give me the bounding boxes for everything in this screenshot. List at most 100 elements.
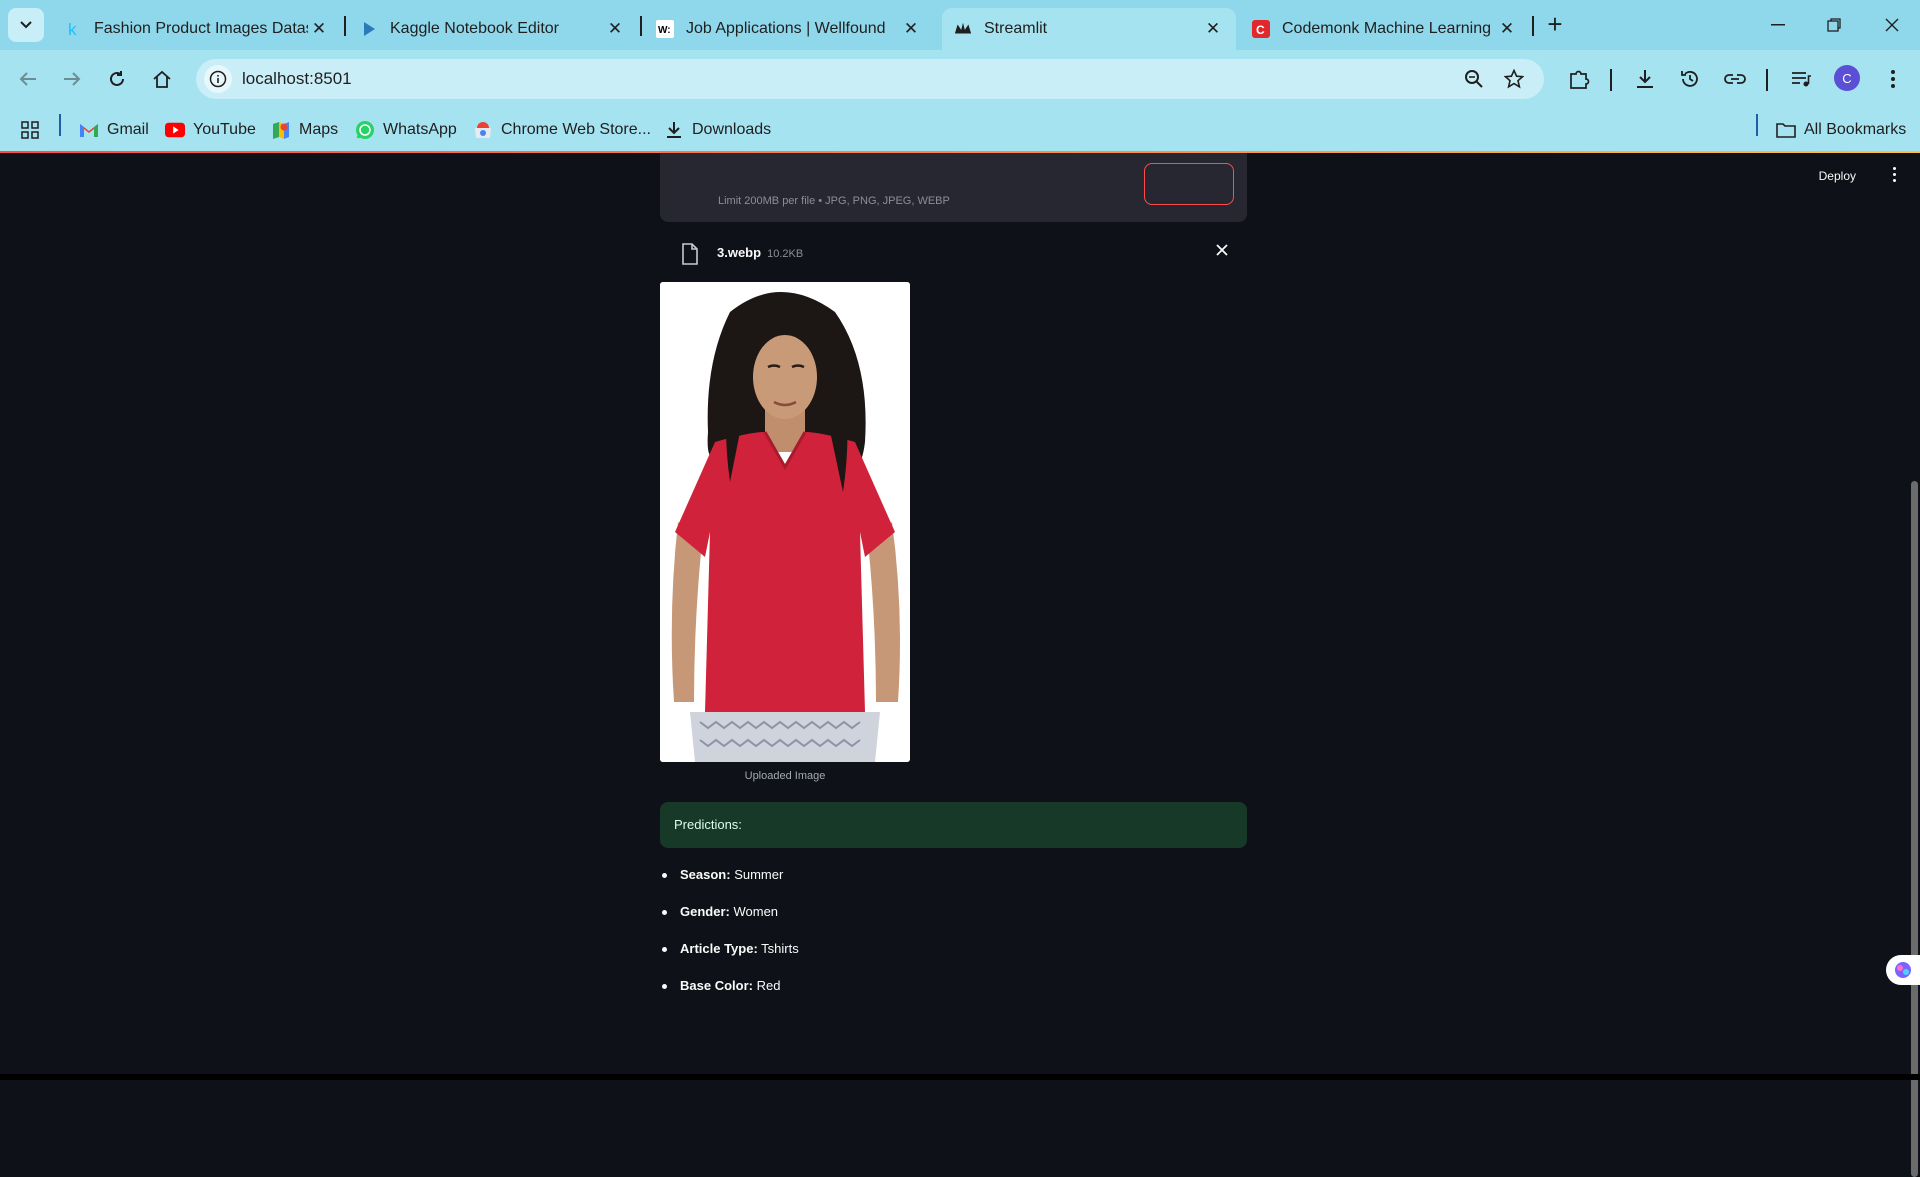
all-bookmarks-button[interactable]: All Bookmarks	[1776, 118, 1906, 142]
prediction-label: Gender:	[680, 904, 730, 919]
new-tab-button[interactable]: +	[1538, 11, 1572, 38]
kaggle-icon: k	[64, 20, 82, 38]
history-icon	[1681, 71, 1698, 87]
file-uploader-dropzone[interactable]: Limit 200MB per file • JPG, PNG, JPEG, W…	[660, 153, 1247, 222]
close-icon	[1885, 18, 1899, 32]
predictions-title: Predictions:	[674, 817, 742, 832]
bookmark-label: Gmail	[107, 121, 149, 138]
uploaded-file-row: 3.webp 10.2KB	[660, 229, 1247, 277]
uploader-limit-text: Limit 200MB per file • JPG, PNG, JPEG, W…	[718, 195, 950, 207]
folder-icon	[1776, 120, 1796, 140]
tab-close-icon[interactable]: ✕	[308, 18, 330, 40]
prediction-label: Season:	[680, 867, 731, 882]
minimize-button[interactable]	[1750, 0, 1806, 50]
bookmark-label: WhatsApp	[383, 121, 457, 138]
tab-search-button[interactable]	[8, 8, 44, 42]
image-caption: Uploaded Image	[744, 770, 826, 782]
apps-button[interactable]	[20, 118, 40, 142]
bookmark-whatsapp[interactable]: WhatsApp	[355, 118, 457, 142]
prediction-item-article-type: Article Type: Tshirts	[662, 941, 799, 978]
tab-kaggle-notebook[interactable]: Kaggle Notebook Editor ✕	[348, 8, 638, 50]
minimize-icon	[1771, 24, 1785, 26]
svg-text:W:: W:	[658, 25, 671, 36]
tab-title: Fashion Product Images Datase	[94, 20, 308, 37]
more-vertical-icon	[1891, 70, 1895, 88]
tab-close-icon[interactable]: ✕	[1496, 18, 1518, 40]
whatsapp-icon	[355, 120, 375, 140]
uploaded-image	[660, 282, 910, 762]
tab-fashion-dataset[interactable]: k Fashion Product Images Datase ✕	[52, 8, 342, 50]
bookmark-youtube[interactable]: YouTube	[165, 118, 256, 142]
bookmarks-divider	[1756, 114, 1758, 136]
profile-avatar[interactable]: C	[1834, 65, 1860, 91]
prediction-label: Article Type:	[680, 941, 758, 956]
tab-title: Streamlit	[984, 20, 1048, 37]
maps-icon	[271, 120, 291, 140]
youtube-icon	[165, 120, 185, 140]
reload-icon	[110, 71, 124, 86]
tab-streamlit[interactable]: Streamlit ✕	[942, 8, 1236, 50]
tab-close-icon[interactable]: ✕	[604, 18, 626, 40]
prediction-label: Base Color:	[680, 978, 753, 993]
downloads-button[interactable]	[1630, 64, 1660, 94]
prediction-item-base-color: Base Color: Red	[662, 978, 799, 1015]
address-bar[interactable]: localhost:8501	[196, 59, 1544, 99]
deploy-button[interactable]: Deploy	[1819, 169, 1856, 183]
bookmark-downloads[interactable]: Downloads	[664, 118, 771, 142]
bookmark-chrome-web-store[interactable]: Chrome Web Store...	[473, 118, 651, 142]
tab-title: Codemonk Machine Learning Ir	[1282, 20, 1496, 37]
download-icon	[664, 120, 684, 140]
browse-files-button[interactable]	[1144, 163, 1234, 205]
bookmark-maps[interactable]: Maps	[271, 118, 338, 142]
zoom-button[interactable]	[1462, 67, 1486, 91]
product-photo-woman-red-tshirt	[660, 282, 910, 762]
floating-assistant-button[interactable]	[1886, 955, 1920, 985]
home-button[interactable]	[144, 62, 180, 96]
page-scrollbar[interactable]	[1908, 153, 1920, 1177]
svg-text:k: k	[68, 20, 77, 38]
tab-wellfound[interactable]: W: Job Applications | Wellfound ✕	[644, 8, 934, 50]
tab-separator	[640, 16, 642, 36]
restore-button[interactable]	[1806, 0, 1862, 50]
tab-close-icon[interactable]: ✕	[1202, 18, 1224, 40]
extensions-button[interactable]	[1564, 64, 1594, 94]
bookmark-star-button[interactable]	[1502, 67, 1526, 91]
browser-menu-button[interactable]	[1878, 64, 1908, 94]
reload-button[interactable]	[99, 62, 135, 96]
predictions-list: Season: Summer Gender: Women Article Typ…	[662, 867, 799, 1015]
bookmark-label: Chrome Web Store...	[501, 121, 651, 138]
link-icon	[1724, 74, 1746, 84]
tab-codemonk[interactable]: C Codemonk Machine Learning Ir ✕	[1240, 8, 1530, 50]
star-icon	[1504, 69, 1524, 89]
bookmark-label: Downloads	[692, 121, 772, 138]
streamlit-icon	[954, 20, 972, 38]
history-button[interactable]	[1675, 64, 1705, 94]
main-menu-button[interactable]	[1888, 167, 1900, 185]
zoom-icon	[1465, 70, 1483, 88]
window-bottom-edge	[0, 1074, 1920, 1080]
arrow-right-icon	[64, 72, 81, 86]
browser-toolbar: localhost:8501 C	[0, 50, 1920, 108]
all-bookmarks-label: All Bookmarks	[1804, 121, 1907, 138]
copy-link-button[interactable]	[1720, 64, 1750, 94]
svg-text:C: C	[1256, 23, 1265, 37]
site-info-button[interactable]	[204, 65, 232, 93]
apps-grid-icon	[21, 121, 39, 139]
bookmark-label: YouTube	[193, 121, 256, 138]
browser-chrome: k Fashion Product Images Datase ✕ Kaggle…	[0, 0, 1920, 153]
assistant-icon	[1895, 962, 1911, 978]
file-name-text: 3.webp	[717, 245, 762, 260]
remove-file-button[interactable]	[1212, 243, 1232, 263]
prediction-value: Summer	[734, 867, 784, 882]
forward-button[interactable]	[54, 62, 90, 96]
tab-strip: k Fashion Product Images Datase ✕ Kaggle…	[0, 0, 1920, 50]
bookmark-label: Maps	[299, 121, 339, 138]
prediction-item-season: Season: Summer	[662, 867, 799, 904]
tab-close-icon[interactable]: ✕	[900, 18, 922, 40]
back-button[interactable]	[10, 62, 46, 96]
scrollbar-thumb[interactable]	[1911, 481, 1918, 1177]
media-control-button[interactable]	[1786, 64, 1816, 94]
bookmark-gmail[interactable]: Gmail	[79, 118, 149, 142]
close-window-button[interactable]	[1864, 0, 1920, 50]
chevron-down-icon	[20, 21, 32, 29]
